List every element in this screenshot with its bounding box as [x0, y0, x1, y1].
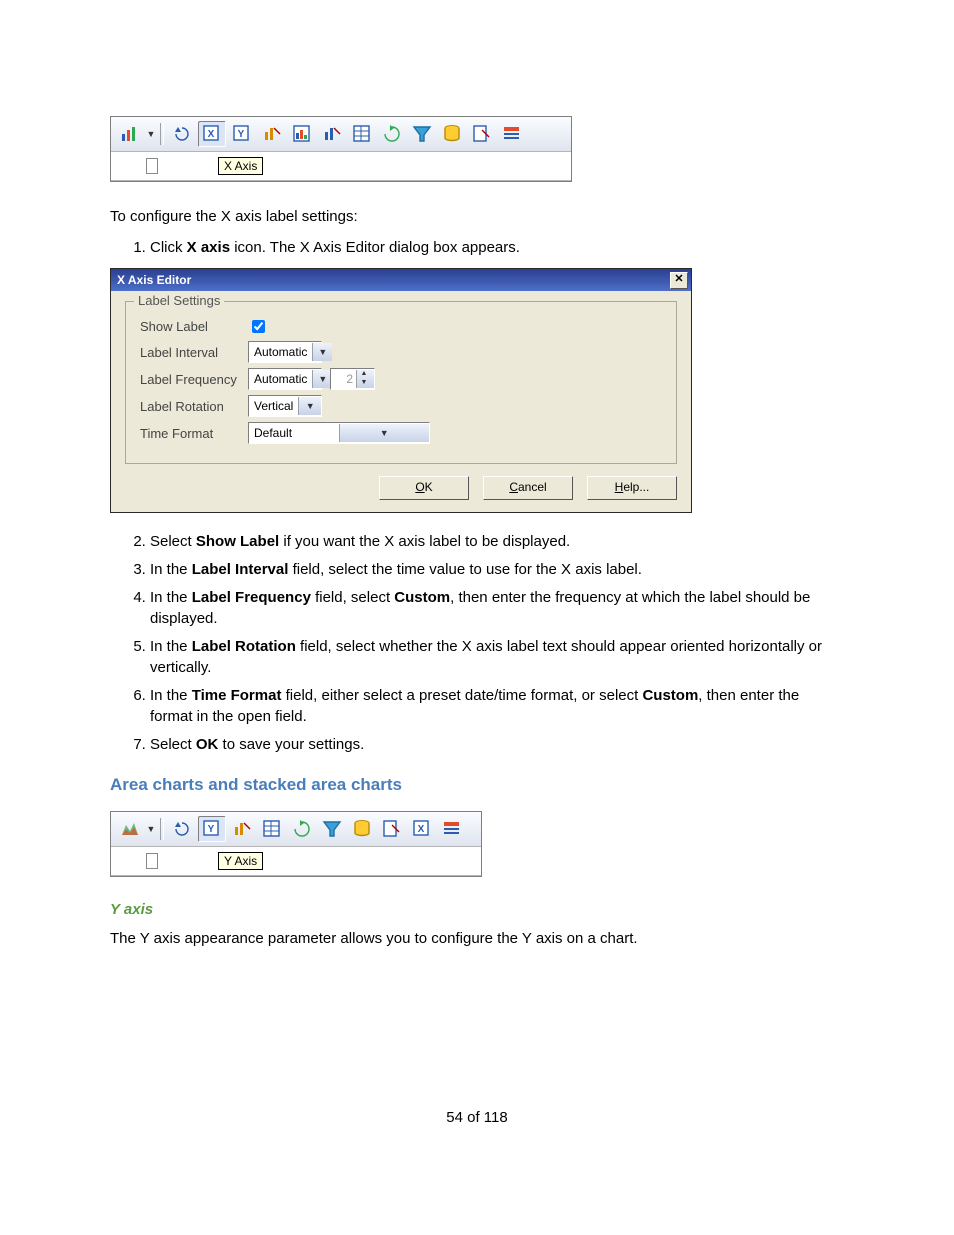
svg-text:Y: Y	[208, 824, 215, 835]
edit-metrics-icon[interactable]	[258, 121, 286, 147]
spin-down-icon[interactable]: ▼	[357, 379, 371, 388]
refresh-icon[interactable]	[288, 816, 316, 842]
edit-props-icon[interactable]	[468, 121, 496, 147]
chart-type-dropdown-icon[interactable]: ▼	[145, 129, 157, 139]
intro-text: To configure the X axis label settings:	[110, 206, 844, 227]
edit-bar-icon[interactable]	[318, 121, 346, 147]
heading-area-charts: Area charts and stacked area charts	[110, 775, 844, 795]
y-axis-text: The Y axis appearance parameter allows y…	[110, 928, 844, 949]
bar-chart-icon[interactable]	[288, 121, 316, 147]
area-chart-dropdown-icon[interactable]: ▼	[145, 824, 157, 834]
step-2: Select Show Label if you want the X axis…	[150, 531, 844, 552]
page-footer: 54 of 118	[110, 1109, 844, 1126]
label-rotation-label: Label Rotation	[140, 399, 248, 414]
y-axis-icon[interactable]: Y	[228, 121, 256, 147]
chevron-down-icon: ▼	[312, 343, 332, 361]
show-label-checkbox[interactable]	[252, 320, 265, 333]
svg-text:X: X	[208, 129, 215, 140]
x-axis-icon[interactable]: X	[408, 816, 436, 842]
step-4: In the Label Frequency field, select Cus…	[150, 587, 844, 629]
label-frequency-label: Label Frequency	[140, 372, 248, 387]
table-icon[interactable]	[348, 121, 376, 147]
time-format-label: Time Format	[140, 426, 248, 441]
edit-metrics-icon[interactable]	[228, 816, 256, 842]
area-chart-icon[interactable]	[116, 816, 144, 842]
tooltip-x-axis: X Axis	[218, 157, 263, 175]
label-settings-group: Label Settings Show Label Label Interval…	[125, 301, 677, 464]
heading-y-axis: Y axis	[110, 901, 844, 918]
time-format-dropdown[interactable]: Default▼	[248, 422, 430, 444]
toolbar-screenshot-1: ▼ X Y	[110, 116, 572, 182]
show-label-label: Show Label	[140, 319, 248, 334]
ok-button[interactable]: OK	[379, 476, 469, 500]
x-axis-icon[interactable]: X	[198, 121, 226, 147]
svg-text:Y: Y	[238, 129, 245, 140]
title-icon[interactable]	[438, 816, 466, 842]
toolbar-screenshot-2: ▼ Y X Y Axis	[110, 811, 482, 877]
svg-text:X: X	[418, 824, 425, 835]
cancel-button[interactable]: Cancel	[483, 476, 573, 500]
label-interval-dropdown[interactable]: Automatic▼	[248, 341, 322, 363]
label-rotation-dropdown[interactable]: Vertical▼	[248, 395, 322, 417]
fieldset-legend: Label Settings	[134, 293, 224, 308]
database-icon[interactable]	[438, 121, 466, 147]
step-7: Select OK to save your settings.	[150, 734, 844, 755]
close-icon[interactable]: ✕	[670, 272, 688, 289]
database-icon[interactable]	[348, 816, 376, 842]
spin-up-icon[interactable]: ▲	[357, 370, 371, 379]
help-button[interactable]: Help...	[587, 476, 677, 500]
steps-list-b: Select Show Label if you want the X axis…	[150, 531, 844, 755]
label-frequency-dropdown[interactable]: Automatic▼	[248, 368, 322, 390]
x-axis-editor-dialog: X Axis Editor ✕ Label Settings Show Labe…	[110, 268, 692, 513]
filter-icon[interactable]	[318, 816, 346, 842]
steps-list-a: Click X axis icon. The X Axis Editor dia…	[150, 237, 844, 258]
chart-type-icon[interactable]	[116, 121, 144, 147]
y-axis-icon[interactable]: Y	[198, 816, 226, 842]
table-icon[interactable]	[258, 816, 286, 842]
dialog-title: X Axis Editor	[117, 273, 191, 287]
refresh-icon[interactable]	[378, 121, 406, 147]
step-3: In the Label Interval field, select the …	[150, 559, 844, 580]
label-frequency-spin[interactable]: 2 ▲▼	[330, 368, 375, 390]
tooltip-y-axis: Y Axis	[218, 852, 263, 870]
filter-icon[interactable]	[408, 121, 436, 147]
step-6: In the Time Format field, either select …	[150, 685, 844, 727]
label-interval-label: Label Interval	[140, 345, 248, 360]
undo-icon[interactable]	[168, 816, 196, 842]
title-icon[interactable]	[498, 121, 526, 147]
edit-props-icon[interactable]	[378, 816, 406, 842]
step-5: In the Label Rotation field, select whet…	[150, 636, 844, 678]
step-1: Click X axis icon. The X Axis Editor dia…	[150, 237, 844, 258]
chevron-down-icon: ▼	[339, 424, 430, 442]
chevron-down-icon: ▼	[298, 397, 321, 415]
undo-icon[interactable]	[168, 121, 196, 147]
